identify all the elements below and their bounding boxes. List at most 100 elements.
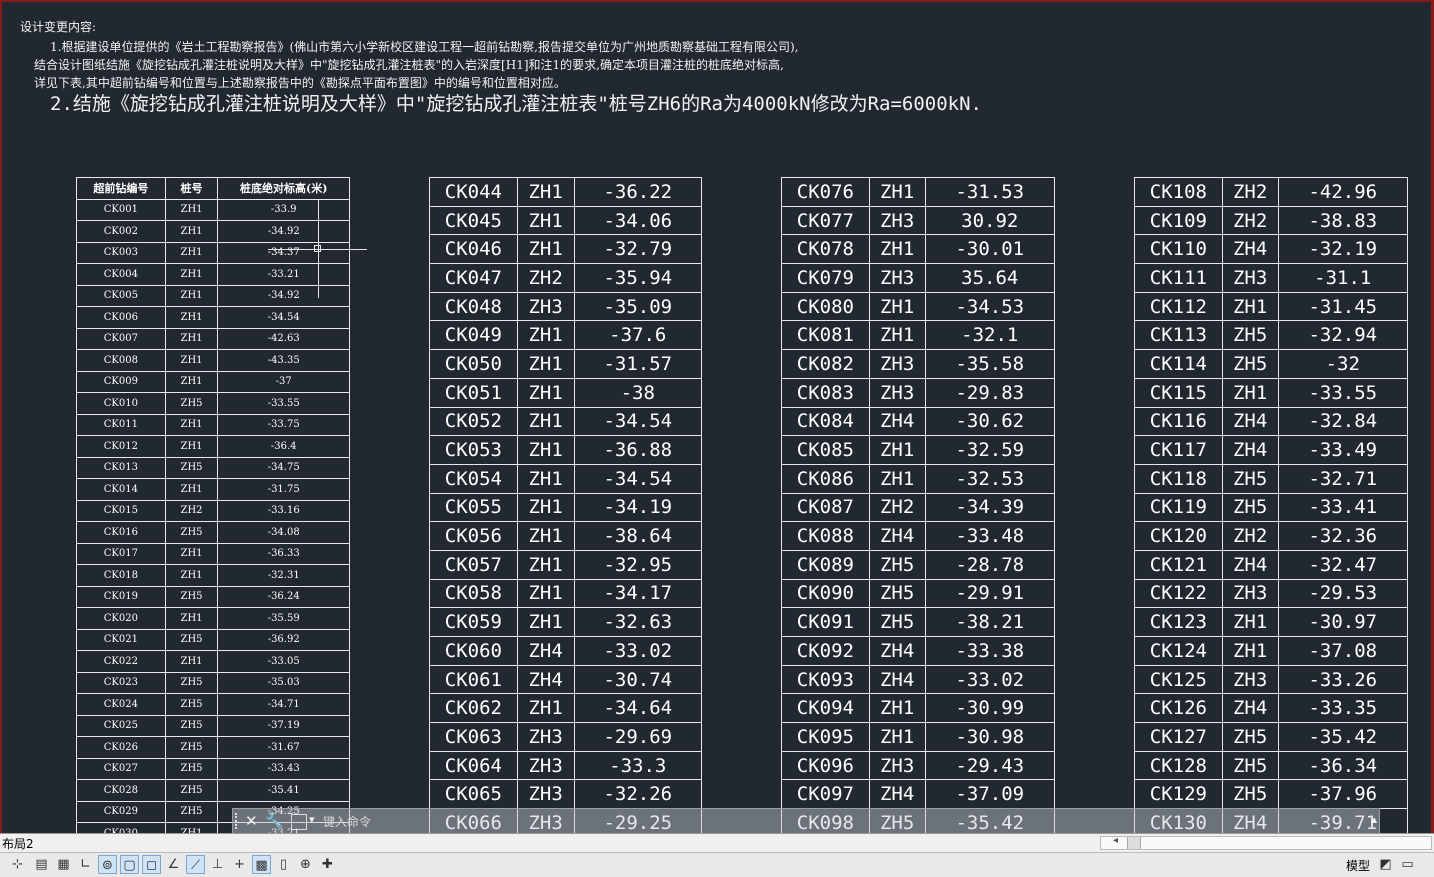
borehole-id-cell: CK002 (76, 220, 166, 243)
borehole-id-cell: CK055 (429, 492, 518, 523)
close-icon[interactable]: ✕ (245, 812, 258, 830)
table-row: CK046 ZH1 -32.79 (429, 234, 703, 265)
scroll-left-icon[interactable]: ◂ (1113, 835, 1118, 846)
pile-no-cell: ZH5 (1221, 349, 1279, 379)
quick-view-drawings-icon[interactable]: ▭ (1398, 855, 1417, 874)
recent-commands-icon[interactable] (291, 814, 307, 830)
borehole-id-cell: CK076 (781, 177, 870, 207)
tab-layout2[interactable]: 布局2 (2, 835, 34, 852)
infer-constraints-icon[interactable]: ▤ (32, 855, 51, 874)
polar-tracking-icon[interactable]: ⊚ (98, 855, 117, 874)
table-row: CK110 ZH4 -32.19 (1134, 234, 1409, 265)
table-row: CK020 ZH1 -35.59 (76, 607, 350, 630)
table-row: CK017 ZH1 -36.33 (76, 542, 350, 565)
table-row: CK053 ZH1 -36.88 (429, 435, 703, 465)
chevron-up-icon[interactable]: ▴ (1371, 813, 1377, 826)
object-snap-icon[interactable]: ▢ (120, 855, 139, 874)
pile-no-cell: ZH1 (516, 377, 575, 408)
horizontal-scrollbar[interactable]: ◂ (1100, 835, 1432, 850)
pile-no-cell: ZH2 (1221, 205, 1279, 236)
borehole-id-cell: CK006 (76, 306, 166, 329)
pile-no-cell: ZH1 (164, 542, 219, 565)
pile-no-cell: ZH1 (164, 327, 219, 350)
pile-no-cell: ZH3 (1221, 664, 1279, 695)
borehole-id-cell: CK049 (429, 320, 518, 351)
model-space-label[interactable]: 模型 (1346, 857, 1370, 874)
pile-no-cell: ZH5 (164, 714, 219, 737)
transparency-icon[interactable]: ▩ (252, 855, 271, 874)
table-row: CK127 ZH5 -35.42 (1134, 722, 1409, 752)
borehole-id-cell: CK061 (429, 664, 518, 695)
quick-properties-icon[interactable]: ✚ (318, 855, 337, 874)
pile-no-cell: ZH1 (868, 722, 926, 752)
chevron-down-icon[interactable]: ▾ (309, 813, 315, 826)
pile-no-cell: ZH4 (868, 779, 926, 810)
pile-no-cell: ZH5 (164, 392, 219, 415)
borehole-id-cell: CK025 (76, 714, 166, 737)
bottom-elevation-cell: -32.63 (573, 607, 703, 637)
borehole-id-cell: CK081 (781, 320, 870, 351)
customize-wrench-icon[interactable]: 🔧 (265, 812, 284, 830)
quick-view-layouts-icon[interactable]: ◩ (1376, 855, 1395, 874)
pile-no-cell: ZH1 (516, 549, 575, 580)
scrollbar-thumb[interactable] (1127, 837, 1141, 849)
pile-no-cell: ZH5 (1221, 463, 1279, 494)
borehole-id-cell: CK007 (76, 327, 166, 350)
pile-no-cell: ZH4 (516, 664, 575, 695)
pile-no-cell: ZH1 (516, 578, 575, 609)
table-row: CK081 ZH1 -32.1 (781, 320, 1056, 351)
command-input[interactable]: 键入命令 (323, 813, 371, 830)
borehole-id-cell: CK001 (76, 198, 166, 221)
pile-no-cell: ZH5 (1221, 492, 1279, 523)
bottom-elevation-cell: -37.96 (1277, 779, 1409, 810)
borehole-id-cell: CK010 (76, 392, 166, 415)
grid-display-icon[interactable]: ▦ (54, 855, 73, 874)
table-row: CK125 ZH3 -33.26 (1134, 664, 1409, 695)
borehole-id-cell: CK124 (1134, 636, 1223, 666)
grip-handle-icon[interactable] (235, 813, 243, 829)
table-row: CK045 ZH1 -34.06 (429, 205, 703, 236)
table-row: CK015 ZH2 -33.16 (76, 499, 350, 522)
bottom-elevation-cell: -33.48 (924, 521, 1056, 551)
table-row: CK122 ZH3 -29.53 (1134, 578, 1409, 609)
borehole-id-cell: CK094 (781, 693, 870, 724)
bottom-elevation-cell: -33.75 (217, 413, 350, 436)
bottom-elevation-cell: -34.92 (217, 284, 350, 307)
borehole-id-cell: CK088 (781, 521, 870, 551)
table-row: CK083 ZH3 -29.83 (781, 377, 1056, 408)
bottom-elevation-cell: -33.41 (1277, 492, 1409, 523)
annotation-monitor-icon[interactable]: ⊕ (296, 855, 315, 874)
bottom-elevation-cell: -33.02 (573, 636, 703, 666)
borehole-id-cell: CK114 (1134, 349, 1223, 379)
pile-no-cell: ZH1 (516, 320, 575, 351)
dynamic-input-icon[interactable]: ⊥ (208, 855, 227, 874)
table-row: CK024 ZH5 -34.71 (76, 693, 350, 716)
command-line-bar[interactable]: ✕ 🔧 ▾ 键入命令 ▴ (232, 808, 1380, 834)
pile-no-cell: ZH1 (164, 435, 219, 458)
pile-no-cell: ZH4 (1221, 406, 1279, 437)
borehole-id-cell: CK024 (76, 693, 166, 716)
dynamic-ucs-icon[interactable]: ⟋ (186, 855, 205, 874)
snap-grid-icon[interactable]: ⊹ (8, 855, 27, 874)
pile-no-cell: ZH1 (164, 478, 219, 501)
borehole-id-cell: CK021 (76, 628, 166, 651)
table-row: CK113 ZH5 -32.94 (1134, 320, 1409, 351)
pile-no-cell: ZH2 (516, 263, 575, 293)
pile-no-cell: ZH1 (868, 693, 926, 724)
table-row: CK077 ZH3 30.92 (781, 205, 1056, 236)
pile-elevation-table-2: CK044 ZH1 -36.22 CK045 ZH1 -34.06 CK046 ZH1 -32.… (429, 177, 703, 838)
table-row: CK025 ZH5 -37.19 (76, 714, 350, 737)
borehole-id-cell: CK119 (1134, 492, 1223, 523)
bottom-elevation-cell: -34.54 (573, 463, 703, 494)
borehole-id-cell: CK009 (76, 370, 166, 393)
bottom-elevation-cell: -37.09 (924, 779, 1056, 810)
borehole-id-cell: CK017 (76, 542, 166, 565)
lineweight-icon[interactable]: + (230, 855, 249, 874)
bottom-elevation-cell: -33.26 (1277, 664, 1409, 695)
selection-cycling-icon[interactable]: ▯ (274, 855, 293, 874)
object-snap-tracking-icon[interactable]: ∠ (164, 855, 183, 874)
pile-no-cell: ZH3 (868, 750, 926, 781)
3d-object-snap-icon[interactable]: ◻ (142, 855, 161, 874)
pile-no-cell: ZH1 (516, 205, 575, 236)
ortho-mode-icon[interactable]: ∟ (76, 855, 95, 874)
